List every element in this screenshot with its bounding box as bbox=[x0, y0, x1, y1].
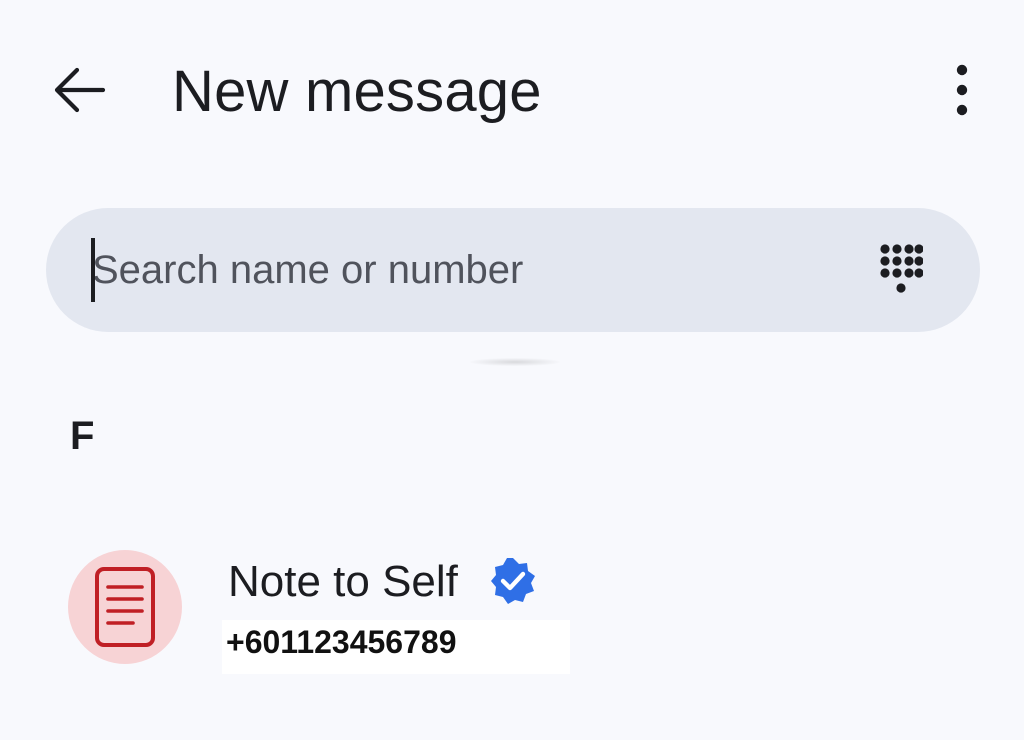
page-title: New message bbox=[172, 59, 542, 124]
contact-name: Note to Self bbox=[228, 557, 458, 606]
avatar bbox=[68, 550, 182, 664]
section-header-letter: F bbox=[70, 414, 95, 458]
contact-list-item[interactable]: Note to Self +601123456789 bbox=[0, 530, 1024, 680]
more-options-button[interactable] bbox=[930, 55, 994, 125]
note-document-icon bbox=[95, 567, 155, 647]
contact-number: +601123456789 bbox=[226, 624, 457, 660]
search-bar bbox=[46, 208, 980, 332]
contact-number-container: +601123456789 bbox=[222, 620, 570, 674]
verified-badge-icon bbox=[491, 558, 535, 604]
text-cursor bbox=[91, 238, 95, 302]
dialpad-button[interactable] bbox=[864, 234, 938, 308]
arrow-left-icon bbox=[54, 67, 106, 113]
more-vert-icon bbox=[956, 64, 968, 116]
back-button[interactable] bbox=[42, 55, 116, 125]
search-input[interactable] bbox=[92, 240, 852, 300]
dialpad-icon bbox=[880, 244, 923, 293]
scroll-shadow bbox=[470, 358, 560, 366]
new-message-screen: New message F bbox=[0, 0, 1024, 740]
